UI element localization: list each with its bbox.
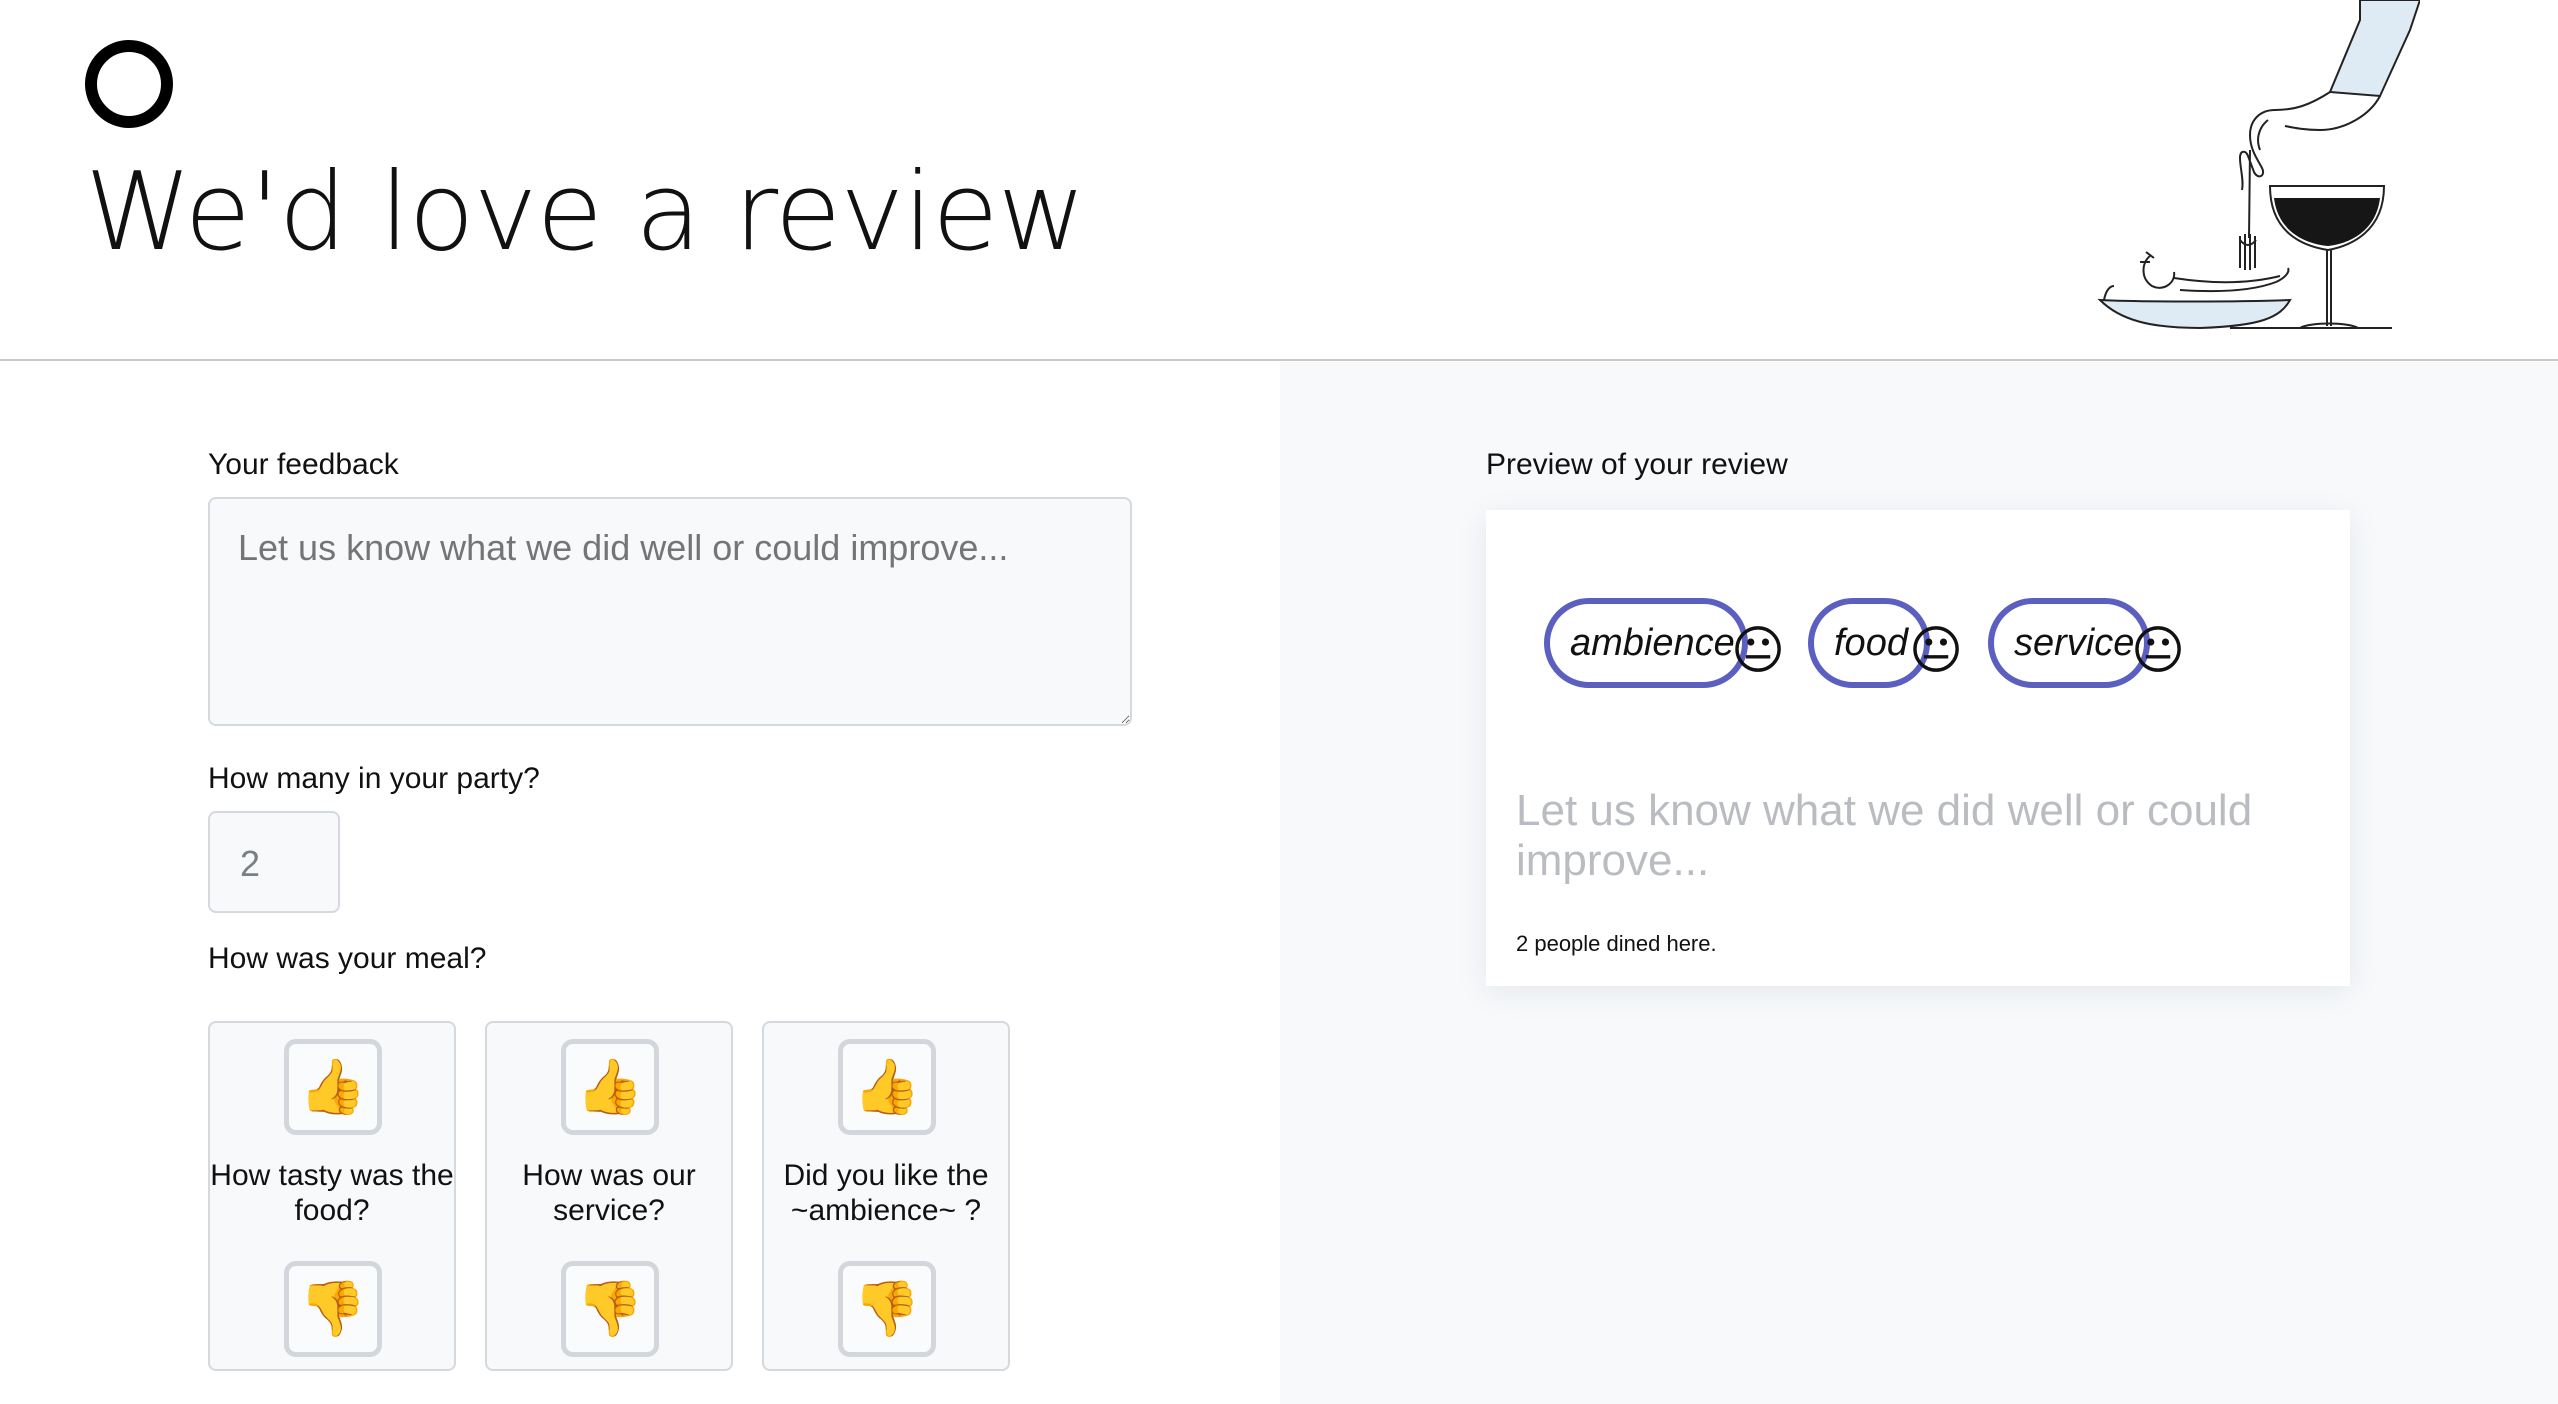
neutral-face-icon: 😐 [1730, 622, 1786, 680]
party-size-input[interactable]: 2 [208, 811, 340, 913]
tag-service: service [1988, 598, 2150, 688]
preview-feedback-text: Let us know what we did well or could im… [1516, 786, 2253, 885]
tag-ambience: ambience [1544, 598, 1748, 688]
review-preview-card: ambience 😐 food 😐 service 😐 Let us know … [1486, 510, 2350, 986]
preview-label: Preview of your review [1486, 448, 1788, 481]
service-rating-card: 👍 How was our service? 👎 [485, 1021, 733, 1371]
thumbs-down-icon[interactable]: 👎 [838, 1261, 936, 1357]
ambience-question: Did you like the ~ambience~ ? [783, 1159, 989, 1227]
neutral-face-icon: 😐 [2130, 622, 2186, 680]
page-title: We'd love a review [85, 150, 1086, 275]
tag-ambience-label: ambience [1570, 621, 1735, 664]
tag-food-label: food [1834, 621, 1908, 664]
ambience-rating-card: 👍 Did you like the ~ambience~ ? 👎 [762, 1021, 1010, 1371]
party-size-label: How many in your party? [208, 762, 540, 795]
preview-party-summary: 2 people dined here. [1516, 931, 1717, 956]
feedback-textarea[interactable] [208, 497, 1132, 726]
thumbs-up-icon[interactable]: 👍 [284, 1039, 382, 1135]
thumbs-down-icon[interactable]: 👎 [561, 1261, 659, 1357]
thumbs-down-icon[interactable]: 👎 [284, 1261, 382, 1357]
food-rating-card: 👍 How tasty was the food? 👎 [208, 1021, 456, 1371]
neutral-face-icon: 😐 [1908, 622, 1964, 680]
thumbs-up-icon[interactable]: 👍 [561, 1039, 659, 1135]
meal-rating-label: How was your meal? [208, 942, 487, 975]
service-question: How was our service? [522, 1159, 696, 1227]
ring-logo-icon [85, 40, 173, 128]
feedback-label: Your feedback [208, 448, 399, 481]
dining-illustration-icon [2097, 0, 2420, 330]
food-question: How tasty was the food? [210, 1159, 454, 1227]
thumbs-up-icon[interactable]: 👍 [838, 1039, 936, 1135]
tag-service-label: service [2014, 621, 2135, 664]
page-header: We'd love a review [0, 0, 2558, 361]
